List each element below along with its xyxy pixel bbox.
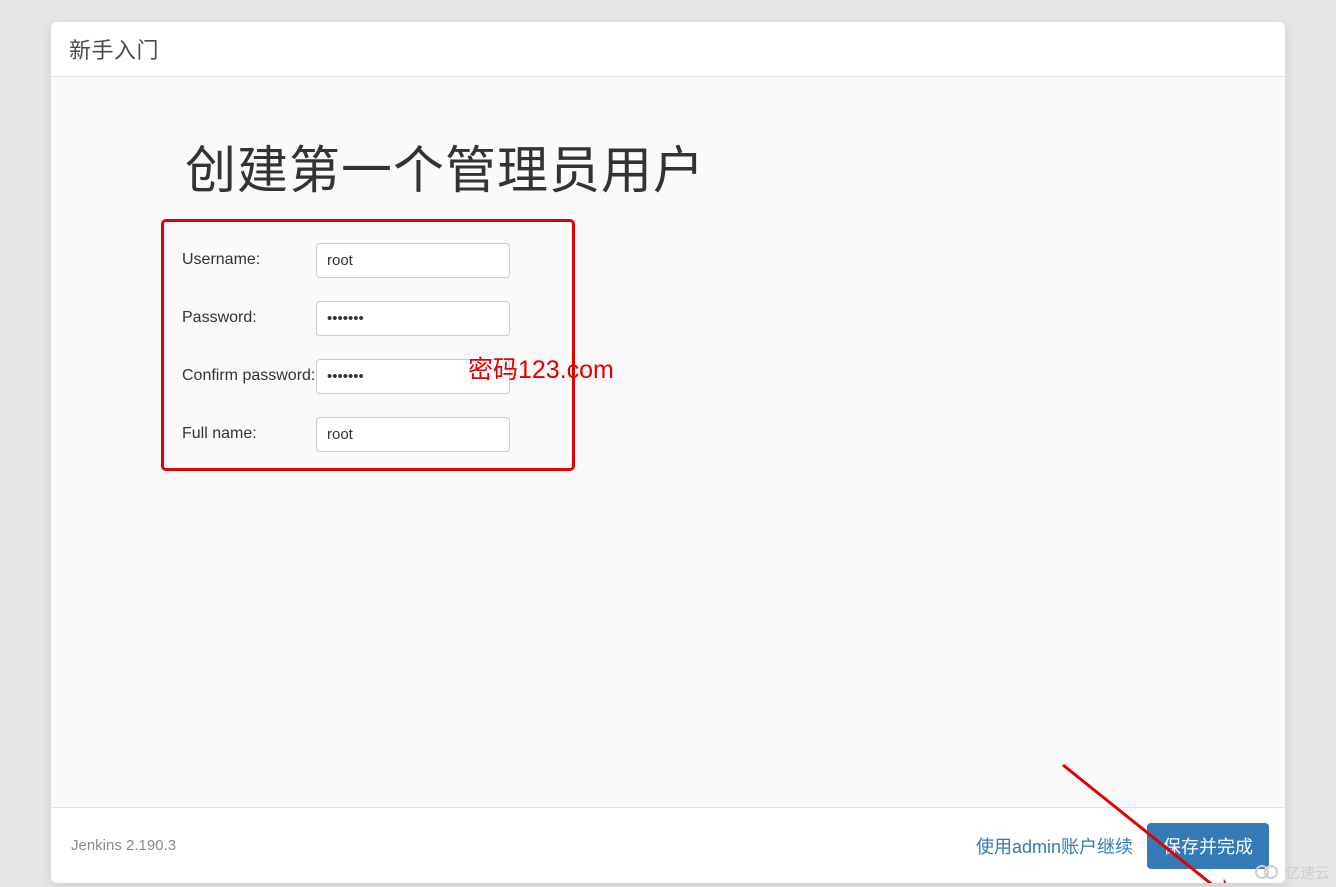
fullname-label: Full name: (182, 425, 316, 443)
fullname-input[interactable] (316, 417, 510, 452)
dialog-header: 新手入门 (51, 22, 1285, 77)
watermark-logo-icon (1255, 864, 1281, 882)
password-input[interactable] (316, 301, 510, 336)
dialog-footer: Jenkins 2.190.3 使用admin账户继续 保存并完成 (51, 807, 1285, 883)
password-label: Password: (182, 309, 316, 327)
watermark-text: 亿速云 (1285, 862, 1330, 883)
jenkins-version: Jenkins 2.190.3 (71, 837, 176, 854)
footer-actions: 使用admin账户继续 保存并完成 (976, 823, 1269, 869)
form-row-username: Username: (182, 242, 554, 278)
page-title: 创建第一个管理员用户 (185, 129, 1151, 203)
confirm-password-label: Confirm password: (182, 367, 316, 385)
form-row-fullname: Full name: (182, 416, 554, 452)
continue-as-admin-link[interactable]: 使用admin账户继续 (976, 833, 1133, 859)
form-highlight-box: Username: Password: Confirm password: Fu… (161, 219, 575, 471)
save-and-finish-button[interactable]: 保存并完成 (1147, 823, 1269, 869)
password-annotation: 密码123.com (468, 350, 614, 386)
dialog-body: 创建第一个管理员用户 Username: Password: Confirm p… (51, 77, 1285, 807)
username-input[interactable] (316, 243, 510, 278)
dialog-title: 新手入门 (69, 33, 159, 65)
username-label: Username: (182, 251, 316, 269)
watermark: 亿速云 (1255, 862, 1330, 883)
setup-wizard-dialog: 新手入门 创建第一个管理员用户 Username: Password: Conf… (51, 22, 1285, 883)
form-row-password: Password: (182, 300, 554, 336)
